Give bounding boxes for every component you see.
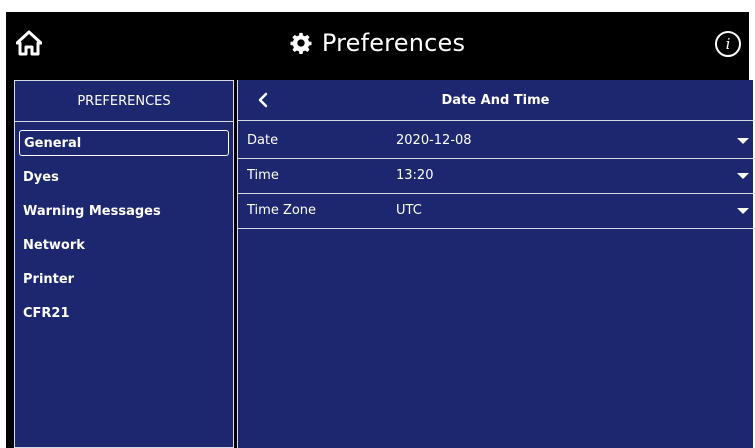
dropdown-arrow-icon[interactable]	[737, 208, 749, 214]
header-title-group: Preferences	[6, 12, 749, 74]
time-zone-label: Time Zone	[247, 203, 317, 218]
sidebar-item-network[interactable]: Network	[19, 232, 229, 258]
sidebar-item-general[interactable]: General	[19, 130, 229, 156]
time-zone-row[interactable]: Time Zone UTC	[238, 194, 753, 229]
date-label: Date	[247, 133, 279, 148]
time-label: Time	[247, 168, 279, 183]
chevron-left-icon[interactable]	[256, 92, 270, 108]
time-value: 13:20	[396, 168, 434, 183]
settings-list: Date 2020-12-08 Time 13:20 Time Zone UTC	[238, 121, 753, 229]
sidebar-title: PREFERENCES	[15, 81, 233, 122]
date-value: 2020-12-08	[396, 133, 472, 148]
sidebar: PREFERENCES General Dyes Warning Message…	[14, 80, 234, 448]
detail-panel: Date And Time Date 2020-12-08 Time 13:20…	[237, 80, 753, 448]
top-bar: Preferences i	[6, 12, 749, 74]
page-title: Preferences	[321, 29, 466, 57]
sidebar-item-dyes[interactable]: Dyes	[19, 164, 229, 190]
date-row[interactable]: Date 2020-12-08	[238, 123, 753, 159]
dropdown-arrow-icon[interactable]	[737, 173, 749, 179]
sidebar-list: General Dyes Warning Messages Network Pr…	[15, 122, 233, 326]
dropdown-arrow-icon[interactable]	[737, 138, 749, 144]
info-icon-glyph: i	[725, 35, 731, 53]
time-zone-value: UTC	[396, 203, 422, 218]
panel-title: Date And Time	[441, 92, 550, 108]
time-row[interactable]: Time 13:20	[238, 159, 753, 194]
sidebar-item-printer[interactable]: Printer	[19, 266, 229, 292]
sidebar-item-warning-messages[interactable]: Warning Messages	[19, 198, 229, 224]
sidebar-item-cfr21[interactable]: CFR21	[19, 300, 229, 326]
info-icon[interactable]: i	[715, 31, 741, 57]
panel-header: Date And Time	[238, 80, 753, 121]
gear-icon	[290, 32, 312, 54]
